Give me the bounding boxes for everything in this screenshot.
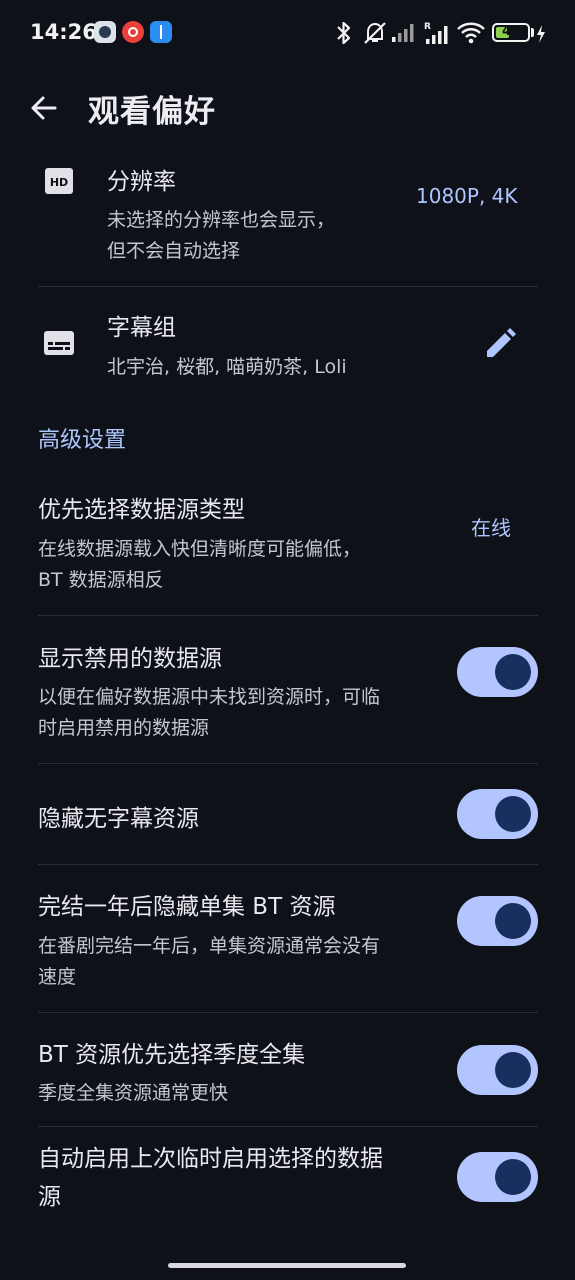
app-notification-icon — [94, 21, 116, 43]
source-type-subtitle-line2: BT 数据源相反 — [38, 569, 164, 591]
auto-enable-last-title-line2: 源 — [38, 1184, 61, 1210]
hide-single-bt-switch[interactable] — [457, 896, 538, 946]
auto-enable-last-title: 自动启用上次临时启用选择的数据 源 — [38, 1140, 383, 1216]
battery-icon: 42 — [492, 23, 530, 42]
hide-no-subtitle-title: 隐藏无字幕资源 — [38, 806, 199, 832]
resolution-subtitle: 未选择的分辨率也会显示， 但不会自动选择 — [107, 205, 335, 267]
hide-single-bt-subtitle-line2: 速度 — [38, 966, 77, 988]
source-type-subtitle: 在线数据源载入快但清晰度可能偏低， BT 数据源相反 — [38, 534, 361, 596]
switch-thumb — [495, 903, 531, 939]
section-label-advanced: 高级设置 — [38, 428, 127, 453]
auto-enable-last-title-line1: 自动启用上次临时启用选择的数据 — [38, 1146, 383, 1172]
divider — [38, 1126, 538, 1127]
battery-level: 42 — [501, 24, 521, 39]
show-disabled-subtitle: 以便在偏好数据源中未找到资源时，可临 时启用禁用的数据源 — [38, 682, 380, 744]
resolution-subtitle-line1: 未选择的分辨率也会显示， — [107, 209, 336, 231]
pencil-icon — [487, 328, 516, 357]
subtitles-icon — [44, 331, 74, 355]
divider — [38, 864, 538, 865]
battery-tip — [531, 28, 534, 37]
switch-thumb — [495, 654, 531, 690]
source-type-value: 在线 — [471, 516, 511, 540]
show-disabled-subtitle-line2: 时启用禁用的数据源 — [38, 717, 210, 739]
status-bar: 14:26 R 42 — [0, 0, 575, 66]
prefer-season-pack-title: BT 资源优先选择季度全集 — [38, 1042, 306, 1068]
switch-thumb — [495, 1159, 531, 1195]
divider — [38, 286, 538, 287]
signal-roaming-icon: R — [424, 22, 448, 44]
bluetooth-icon — [337, 21, 351, 45]
silent-icon — [364, 22, 386, 44]
wifi-icon — [457, 22, 485, 44]
signal-icon — [392, 24, 414, 42]
resolution-subtitle-line2: 但不会自动选择 — [107, 240, 241, 262]
page-title: 观看偏好 — [88, 94, 216, 130]
show-disabled-title: 显示禁用的数据源 — [38, 646, 222, 672]
screen: 14:26 R 42 观看偏好 HD 分辨率 未选择的分辨率也会显示， 但不会自… — [0, 0, 575, 1280]
prefer-season-pack-switch[interactable] — [457, 1045, 538, 1095]
arrow-left-icon — [31, 96, 57, 120]
edit-subtitle-group-button[interactable] — [482, 326, 518, 362]
svg-text:R: R — [424, 22, 431, 32]
resolution-setting[interactable]: HD 分辨率 未选择的分辨率也会显示， 但不会自动选择 1080P, 4K — [0, 150, 575, 286]
subtitle-group-value: 北宇治, 桜都, 喵萌奶茶, Loli — [107, 356, 347, 378]
show-disabled-switch[interactable] — [457, 647, 538, 697]
gesture-nav-handle[interactable] — [168, 1263, 406, 1268]
charging-icon — [537, 25, 545, 43]
usb-icon — [150, 21, 172, 43]
source-type-title: 优先选择数据源类型 — [38, 497, 245, 523]
resolution-value: 1080P, 4K — [416, 184, 518, 208]
status-time: 14:26 — [30, 20, 97, 44]
svg-text:HD: HD — [50, 176, 68, 189]
prefer-season-pack-subtitle: 季度全集资源通常更快 — [38, 1082, 229, 1104]
netease-music-icon — [122, 21, 144, 43]
hide-single-bt-subtitle-line1: 在番剧完结一年后，单集资源通常会没有 — [38, 935, 381, 957]
subtitle-group-title: 字幕组 — [107, 315, 176, 341]
divider — [38, 1012, 538, 1013]
divider — [38, 615, 538, 616]
switch-thumb — [495, 796, 531, 832]
hide-single-bt-title: 完结一年后隐藏单集 BT 资源 — [38, 894, 336, 920]
source-type-subtitle-line1: 在线数据源载入快但清晰度可能偏低， — [38, 538, 362, 560]
hide-no-subtitle-switch[interactable] — [457, 789, 538, 839]
switch-thumb — [495, 1052, 531, 1088]
auto-enable-last-switch[interactable] — [457, 1152, 538, 1202]
hd-icon: HD — [45, 168, 73, 194]
back-button[interactable] — [24, 86, 68, 130]
show-disabled-subtitle-line1: 以便在偏好数据源中未找到资源时，可临 — [38, 686, 381, 708]
resolution-title: 分辨率 — [107, 169, 176, 195]
source-type-setting[interactable]: 优先选择数据源类型 在线数据源载入快但清晰度可能偏低， BT 数据源相反 在线 — [0, 476, 575, 614]
hide-single-bt-subtitle: 在番剧完结一年后，单集资源通常会没有 速度 — [38, 931, 380, 993]
